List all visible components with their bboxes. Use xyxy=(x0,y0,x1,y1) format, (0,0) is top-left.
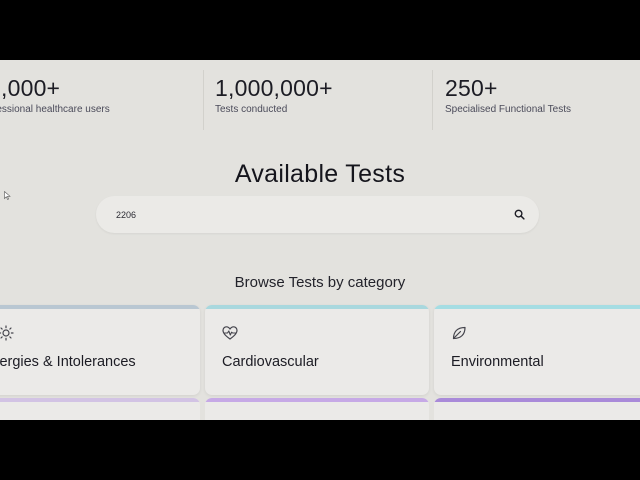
category-card[interactable] xyxy=(205,398,429,420)
letterbox-top xyxy=(0,0,640,60)
category-label: Environmental xyxy=(451,354,544,370)
category-card-allergies[interactable]: llergies & Intolerances xyxy=(0,305,200,395)
category-card-environmental[interactable]: Environmental xyxy=(434,305,640,395)
stat-value: 250+ xyxy=(445,75,498,101)
category-card[interactable] xyxy=(434,398,640,420)
stat-label: Tests conducted xyxy=(215,104,288,115)
category-card-cardiovascular[interactable]: Cardiovascular xyxy=(205,305,429,395)
page-title: Available Tests xyxy=(234,160,406,188)
search-bar[interactable] xyxy=(96,196,539,233)
stat-tests-conducted: 1,000,000+ Tests conducted xyxy=(215,74,333,115)
leaf-icon xyxy=(452,326,466,340)
search-icon[interactable] xyxy=(514,209,525,220)
category-card[interactable] xyxy=(0,398,200,420)
category-label: llergies & Intolerances xyxy=(0,354,136,370)
stat-value: 1,000,000+ xyxy=(215,75,333,101)
stat-label: ofessional healthcare users xyxy=(0,104,110,115)
search-input[interactable] xyxy=(116,196,496,233)
card-accent xyxy=(205,305,429,309)
letterbox-bottom xyxy=(0,420,640,480)
stat-value: 0,000+ xyxy=(0,75,61,101)
mouse-cursor-icon xyxy=(4,191,11,200)
heart-pulse-icon xyxy=(222,326,238,340)
card-accent xyxy=(205,398,429,402)
stat-label: Specialised Functional Tests xyxy=(445,104,571,115)
card-accent xyxy=(0,305,200,309)
stat-divider xyxy=(432,70,433,130)
stat-divider xyxy=(203,70,204,130)
stat-functional-tests: 250+ Specialised Functional Tests xyxy=(445,74,571,115)
card-accent xyxy=(434,305,640,309)
stat-healthcare-users: 0,000+ ofessional healthcare users xyxy=(0,74,110,115)
category-label: Cardiovascular xyxy=(222,354,319,370)
card-accent xyxy=(0,398,200,402)
browse-heading: Browse Tests by category xyxy=(234,274,406,291)
card-accent xyxy=(434,398,640,402)
sun-icon xyxy=(0,325,14,341)
page-viewport: 0,000+ ofessional healthcare users 1,000… xyxy=(0,60,640,420)
